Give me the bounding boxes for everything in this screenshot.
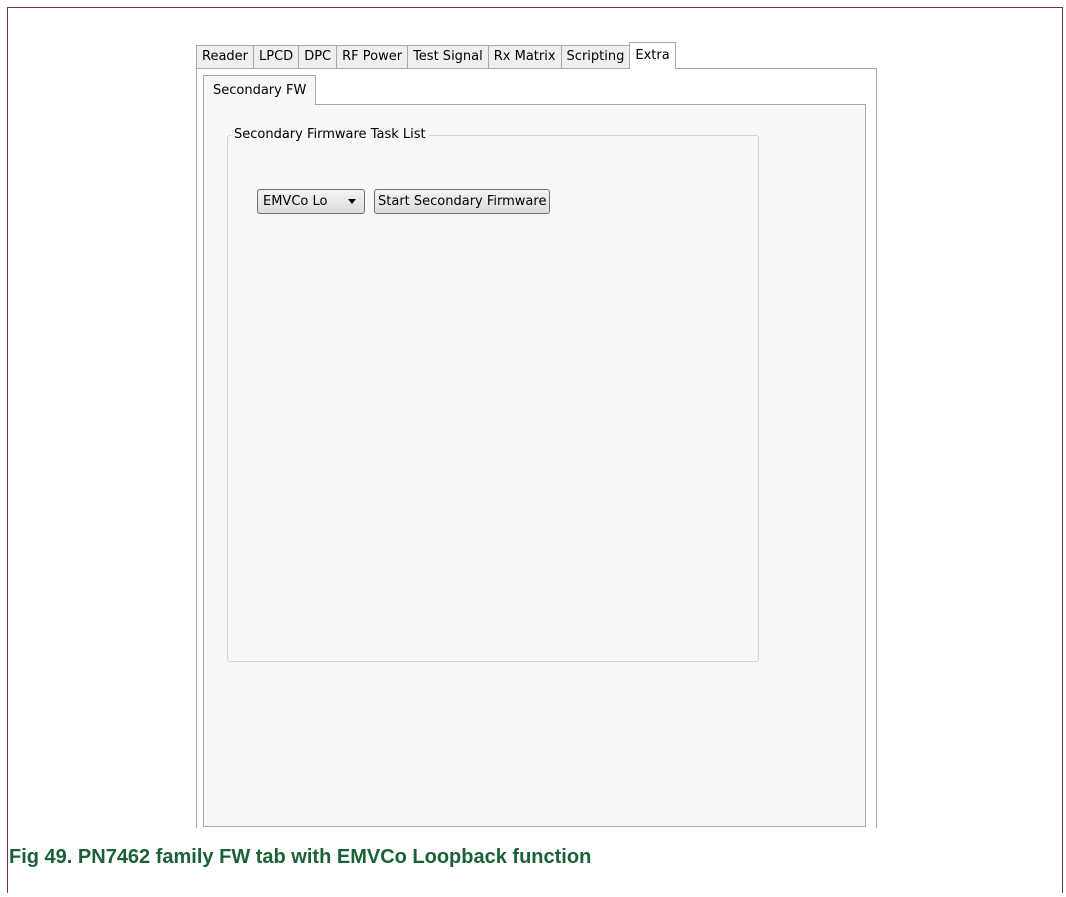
tab-lpcd[interactable]: LPCD xyxy=(253,45,300,69)
figure-caption: Fig 49. PN7462 family FW tab with EMVCo … xyxy=(9,846,592,868)
tab-test-signal[interactable]: Test Signal xyxy=(407,45,489,69)
tab-secondary-fw[interactable]: Secondary FW xyxy=(203,75,317,105)
chevron-down-icon xyxy=(348,199,356,204)
main-tab-strip: Reader LPCD DPC RF Power Test Signal Rx … xyxy=(196,42,676,69)
tab-rf-power[interactable]: RF Power xyxy=(336,45,409,69)
tab-reader[interactable]: Reader xyxy=(196,45,255,69)
task-dropdown-value: EMVCo Lo xyxy=(263,194,328,209)
start-secondary-firmware-button[interactable]: Start Secondary Firmware xyxy=(374,189,551,214)
tab-scripting[interactable]: Scripting xyxy=(560,45,631,69)
secondary-fw-panel: Secondary Firmware Task List EMVCo Lo St… xyxy=(203,104,866,827)
app-window: Reader LPCD DPC RF Power Test Signal Rx … xyxy=(196,42,877,828)
subtab-area: Secondary FW Secondary Firmware Task Lis… xyxy=(203,75,866,827)
figure-frame-left xyxy=(7,7,8,893)
tab-extra[interactable]: Extra xyxy=(629,42,676,69)
tab-rx-matrix[interactable]: Rx Matrix xyxy=(487,45,562,69)
figure-frame-right xyxy=(1062,7,1063,893)
tab-dpc[interactable]: DPC xyxy=(298,45,338,69)
group-title: Secondary Firmware Task List xyxy=(231,127,429,143)
secondary-firmware-task-list-group: Secondary Firmware Task List EMVCo Lo St… xyxy=(227,127,759,662)
figure-frame-top xyxy=(7,7,1063,8)
extra-tab-panel: Secondary FW Secondary Firmware Task Lis… xyxy=(196,68,877,828)
task-dropdown[interactable]: EMVCo Lo xyxy=(257,189,365,214)
